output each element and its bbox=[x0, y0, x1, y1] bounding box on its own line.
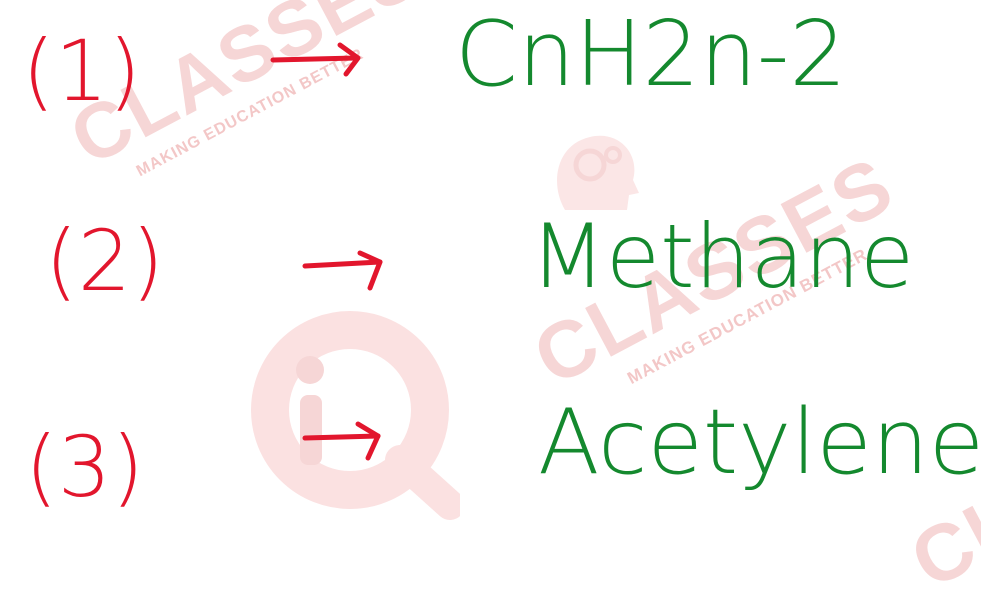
question-number-1: (1) bbox=[22, 22, 141, 120]
arrow-right-icon-3 bbox=[302, 421, 381, 461]
watermark-iq-logo-icon bbox=[251, 311, 460, 520]
question-number-2: (2) bbox=[45, 212, 164, 310]
arrow-right-icon-2 bbox=[302, 250, 383, 291]
answer-text-3: Acetylene bbox=[538, 390, 981, 495]
watermark-tagline: MAKING EDUCATION BETTER bbox=[133, 45, 367, 181]
question-number-3: (3) bbox=[25, 418, 144, 516]
answer-text-2: Methane bbox=[530, 205, 915, 308]
arrow-right-icon bbox=[270, 42, 361, 77]
answer-text-1: CnH2n-2 bbox=[455, 2, 847, 107]
